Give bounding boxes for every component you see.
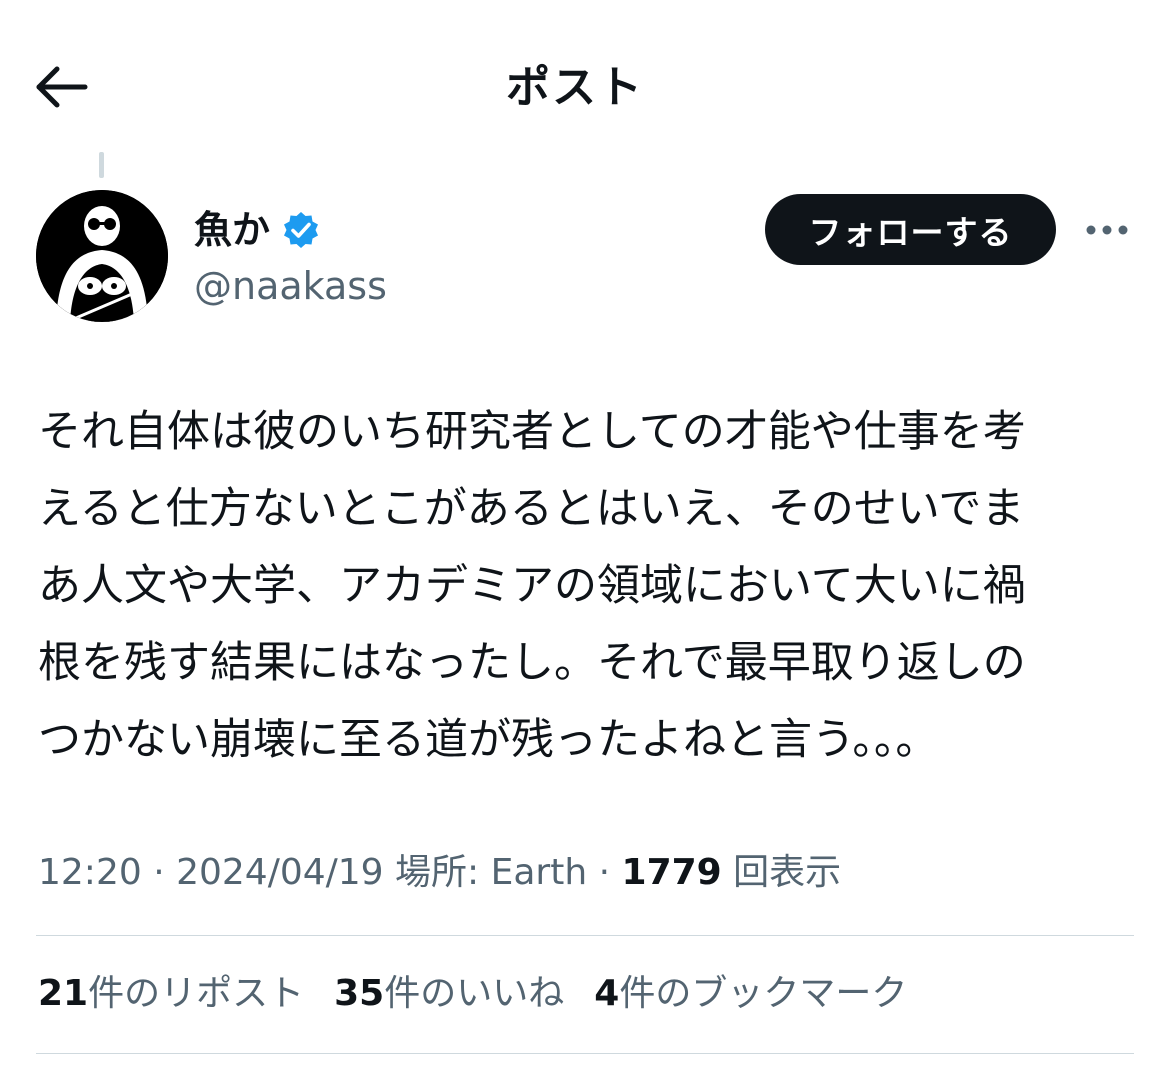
bookmarks-count: 4: [594, 973, 620, 1014]
views-count: 1779: [621, 852, 722, 893]
views-label: 回表示: [733, 852, 842, 893]
tweet-text: それ自体は彼のいち研究者としての才能や仕事を考 えると仕方ないとこがあるとはいえ…: [38, 394, 1138, 779]
author-name-row[interactable]: 魚か: [194, 204, 320, 256]
reposts-count: 21: [38, 973, 89, 1014]
post-time[interactable]: 12:20: [38, 852, 142, 893]
more-horizontal-icon: [1085, 221, 1129, 240]
likes-count: 35: [334, 973, 385, 1014]
verified-badge-icon: [282, 211, 320, 249]
meta-separator: ·: [587, 852, 622, 893]
top-header: ポスト: [0, 0, 1150, 150]
reposts-label: 件のリポスト: [88, 973, 305, 1014]
tweet-metadata: 12:20 · 2024/04/19 場所: Earth · 1779 回表示: [38, 846, 841, 900]
reposts-stat[interactable]: 21件のリポスト: [38, 966, 304, 1022]
bookmarks-stat[interactable]: 4件のブックマーク: [594, 966, 907, 1022]
divider: [36, 1053, 1134, 1054]
handle[interactable]: @naakass: [194, 260, 387, 312]
post-date[interactable]: 2024/04/19: [176, 852, 384, 893]
tweet-text-line: つかない崩壊に至る道が残ったよねと言う。。。: [38, 715, 939, 765]
bookmarks-label: 件のブックマーク: [619, 973, 908, 1014]
likes-label: 件のいいね: [384, 973, 565, 1014]
tweet-text-line: あ人文や大学、アカデミアの領域において大いに禍: [38, 561, 1026, 611]
divider: [36, 935, 1134, 936]
page-title: ポスト: [506, 62, 644, 113]
likes-stat[interactable]: 35件のいいね: [334, 966, 564, 1022]
tweet-text-line: それ自体は彼のいち研究者としての才能や仕事を考: [38, 407, 1026, 457]
thread-connector-line: [99, 152, 104, 178]
more-options-button[interactable]: [1080, 212, 1134, 248]
tweet-text-line: 根を残す結果にはなったし。それで最早取り返しの: [38, 638, 1026, 688]
display-name[interactable]: 魚か: [194, 204, 270, 256]
tweet-text-line: えると仕方ないとこがあるとはいえ、そのせいでま: [38, 484, 1025, 534]
engagement-stats: 21件のリポスト 35件のいいね 4件のブックマーク: [38, 966, 937, 1022]
avatar[interactable]: [36, 190, 168, 322]
meta-separator: ·: [141, 852, 177, 893]
follow-button[interactable]: フォローする: [765, 194, 1056, 265]
post-location: 場所: Earth: [395, 852, 588, 893]
